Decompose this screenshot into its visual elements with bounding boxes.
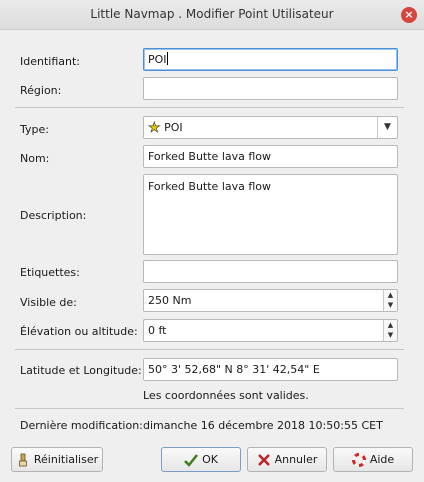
type-combo[interactable]: ★ POI ▼: [143, 116, 398, 139]
divider: [15, 107, 404, 108]
elevation-value: 0 ft: [148, 324, 167, 337]
spin-down-icon[interactable]: ▼: [384, 300, 397, 310]
description-field[interactable]: Forked Butte lava flow: [143, 174, 398, 255]
type-label: Type:: [20, 123, 49, 136]
lifebuoy-icon: [351, 452, 366, 467]
spin-down-icon[interactable]: ▼: [384, 330, 397, 340]
help-label: Aide: [369, 453, 395, 466]
type-value: POI: [164, 121, 183, 134]
latlon-label: Latitude et Longitude:: [20, 364, 142, 377]
reset-button[interactable]: Réinitialiser: [11, 447, 103, 472]
elevation-spinbox[interactable]: 0 ft ▲ ▼: [143, 319, 398, 342]
cancel-label: Annuler: [274, 453, 318, 466]
window-title: Little Navmap . Modifier Point Utilisate…: [90, 7, 334, 21]
region-label: Région:: [20, 84, 62, 97]
spin-up-icon[interactable]: ▲: [384, 320, 397, 330]
tags-label: Etiquettes:: [20, 266, 80, 279]
lastmod-value: dimanche 16 décembre 2018 10:50:55 CET: [143, 419, 383, 432]
ident-label: Identifiant:: [20, 55, 80, 68]
description-value: Forked Butte lava flow: [148, 180, 272, 193]
visible-spinbox[interactable]: 250 Nm ▲ ▼: [143, 289, 398, 312]
ok-button[interactable]: OK: [161, 447, 241, 472]
elevation-label: Élévation ou altitude:: [20, 325, 138, 338]
reset-label: Réinitialiser: [33, 453, 99, 466]
ident-field[interactable]: POI: [143, 48, 398, 71]
coords-status: Les coordonnées sont valides.: [143, 389, 309, 402]
spin-buttons[interactable]: ▲ ▼: [383, 320, 397, 341]
help-button[interactable]: Aide: [333, 447, 413, 472]
ident-value: POI: [148, 53, 167, 66]
title-bar: Little Navmap . Modifier Point Utilisate…: [0, 0, 424, 30]
description-label: Description:: [20, 209, 87, 222]
star-icon: ★: [148, 120, 161, 137]
name-label: Nom:: [20, 152, 50, 165]
divider: [15, 349, 404, 350]
latlon-field[interactable]: 50° 3' 52,68" N 8° 31' 42,54" E: [143, 358, 398, 381]
visible-value: 250 Nm: [148, 294, 192, 307]
close-icon[interactable]: ×: [401, 7, 417, 23]
visible-label: Visible de:: [20, 296, 77, 309]
name-field[interactable]: Forked Butte lava flow: [143, 145, 398, 168]
text-caret: [166, 52, 168, 65]
edit-userpoint-dialog: Little Navmap . Modifier Point Utilisate…: [0, 0, 424, 482]
check-icon: [184, 453, 199, 467]
lastmod-label: Dernière modification:: [20, 419, 143, 432]
ok-label: OK: [202, 453, 218, 466]
brush-icon: [16, 453, 30, 467]
divider: [15, 408, 404, 409]
tags-field[interactable]: [143, 260, 398, 283]
chevron-down-icon[interactable]: ▼: [377, 117, 397, 138]
cancel-button[interactable]: Annuler: [247, 447, 327, 472]
cross-icon: [257, 453, 271, 467]
spin-buttons[interactable]: ▲ ▼: [383, 290, 397, 311]
spin-up-icon[interactable]: ▲: [384, 290, 397, 300]
region-field[interactable]: [143, 77, 398, 100]
